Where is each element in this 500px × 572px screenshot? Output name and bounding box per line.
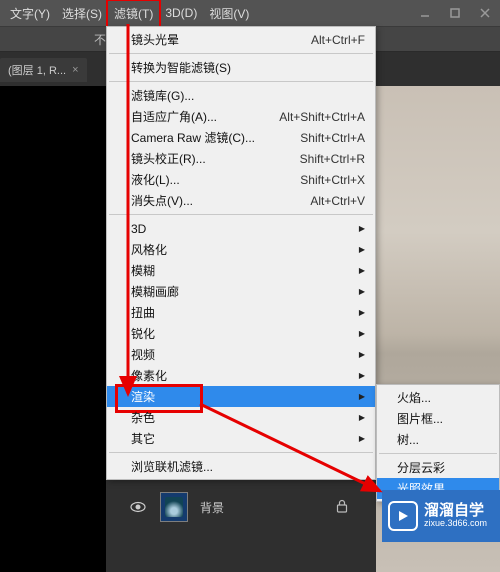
menu-item-label: 消失点(V)... <box>131 192 193 209</box>
menu-item-shortcut: Alt+Ctrl+F <box>311 33 365 47</box>
menubar: 文字(Y) 选择(S) 滤镜(T) 3D(D) 视图(V) <box>0 0 500 26</box>
menu-item-20[interactable]: 杂色 ▶ <box>107 407 375 428</box>
close-button[interactable] <box>470 1 500 25</box>
submenu-arrow-icon: ▶ <box>359 350 365 359</box>
menu-item-label: 3D <box>131 222 146 236</box>
menu-item-label: 滤镜库(G)... <box>131 87 194 104</box>
tab-label: (图层 1, R... <box>8 62 66 78</box>
tab-close-icon[interactable]: × <box>72 64 78 76</box>
options-text: 不 <box>94 31 106 48</box>
watermark-main: 溜溜自学 <box>424 503 487 520</box>
document-tab[interactable]: (图层 1, R... × <box>0 58 87 82</box>
menu-item-6[interactable]: Camera Raw 滤镜(C)... Shift+Ctrl+A <box>107 127 375 148</box>
layer-thumbnail[interactable] <box>160 492 188 522</box>
menu-item-14[interactable]: 模糊画廊 ▶ <box>107 281 375 302</box>
menu-view[interactable]: 视图(V) <box>203 1 255 26</box>
menu-item-label: 视频 <box>131 346 155 363</box>
watermark-sub: zixue.3d66.com <box>424 519 487 529</box>
menu-select[interactable]: 选择(S) <box>56 1 108 26</box>
canvas-left <box>0 86 106 572</box>
menu-item-4[interactable]: 滤镜库(G)... <box>107 85 375 106</box>
menu-item-label: 自适应广角(A)... <box>131 108 217 125</box>
submenu-item-0[interactable]: 火焰... <box>377 387 499 408</box>
menu-separator <box>379 453 497 454</box>
menu-item-label: 浏览联机滤镜... <box>131 458 213 475</box>
menu-item-5[interactable]: 自适应广角(A)... Alt+Shift+Ctrl+A <box>107 106 375 127</box>
menu-separator <box>109 53 373 54</box>
layers-panel-row[interactable]: 背景 <box>130 490 224 524</box>
lock-icon <box>336 499 348 516</box>
menu-item-8[interactable]: 液化(L)... Shift+Ctrl+X <box>107 169 375 190</box>
menu-item-shortcut: Shift+Ctrl+R <box>300 152 365 166</box>
menu-filter[interactable]: 滤镜(T) <box>108 1 159 26</box>
submenu-item-2[interactable]: 树... <box>377 429 499 450</box>
menu-item-label: 渲染 <box>131 388 155 405</box>
menu-item-shortcut: Alt+Shift+Ctrl+A <box>279 110 365 124</box>
menu-item-label: 扭曲 <box>131 304 155 321</box>
menu-item-label: Camera Raw 滤镜(C)... <box>131 129 255 146</box>
submenu-item-4[interactable]: 分层云彩 <box>377 457 499 478</box>
menu-item-21[interactable]: 其它 ▶ <box>107 428 375 449</box>
menu-item-9[interactable]: 消失点(V)... Alt+Ctrl+V <box>107 190 375 211</box>
menu-item-label: 像素化 <box>131 367 167 384</box>
submenu-item-1[interactable]: 图片框... <box>377 408 499 429</box>
submenu-arrow-icon: ▶ <box>359 266 365 275</box>
render-submenu: 火焰...图片框...树...分层云彩光照效果... <box>376 384 500 502</box>
menu-item-11[interactable]: 3D ▶ <box>107 218 375 239</box>
menu-item-12[interactable]: 风格化 ▶ <box>107 239 375 260</box>
submenu-arrow-icon: ▶ <box>359 245 365 254</box>
menu-item-shortcut: Shift+Ctrl+A <box>300 131 365 145</box>
menu-item-18[interactable]: 像素化 ▶ <box>107 365 375 386</box>
submenu-arrow-icon: ▶ <box>359 308 365 317</box>
submenu-arrow-icon: ▶ <box>359 287 365 296</box>
menu-item-label: 镜头校正(R)... <box>131 150 206 167</box>
menu-item-15[interactable]: 扭曲 ▶ <box>107 302 375 323</box>
submenu-arrow-icon: ▶ <box>359 371 365 380</box>
menu-item-label: 杂色 <box>131 409 155 426</box>
watermark-logo-icon <box>388 501 418 531</box>
menu-item-19[interactable]: 渲染 ▶ <box>107 386 375 407</box>
submenu-item-label: 火焰... <box>397 389 431 406</box>
menu-item-shortcut: Shift+Ctrl+X <box>300 173 365 187</box>
submenu-arrow-icon: ▶ <box>359 224 365 233</box>
menu-item-2[interactable]: 转换为智能滤镜(S) <box>107 57 375 78</box>
menu-item-label: 液化(L)... <box>131 171 180 188</box>
menu-item-shortcut: Alt+Ctrl+V <box>310 194 365 208</box>
menu-item-17[interactable]: 视频 ▶ <box>107 344 375 365</box>
menu-item-label: 转换为智能滤镜(S) <box>131 59 231 76</box>
menu-item-label: 锐化 <box>131 325 155 342</box>
menu-item-label: 其它 <box>131 430 155 447</box>
watermark: 溜溜自学 zixue.3d66.com <box>382 490 500 542</box>
submenu-item-label: 图片框... <box>397 410 443 427</box>
submenu-item-label: 树... <box>397 431 419 448</box>
submenu-arrow-icon: ▶ <box>359 434 365 443</box>
menu-item-label: 模糊画廊 <box>131 283 179 300</box>
layer-name: 背景 <box>200 499 224 516</box>
submenu-arrow-icon: ▶ <box>359 329 365 338</box>
submenu-arrow-icon: ▶ <box>359 392 365 401</box>
menu-item-7[interactable]: 镜头校正(R)... Shift+Ctrl+R <box>107 148 375 169</box>
menu-item-16[interactable]: 锐化 ▶ <box>107 323 375 344</box>
menu-item-label: 风格化 <box>131 241 167 258</box>
menu-item-label: 模糊 <box>131 262 155 279</box>
menu-item-13[interactable]: 模糊 ▶ <box>107 260 375 281</box>
menu-text[interactable]: 文字(Y) <box>4 1 56 26</box>
menu-separator <box>109 452 373 453</box>
submenu-item-label: 分层云彩 <box>397 459 445 476</box>
minimize-button[interactable] <box>410 1 440 25</box>
visibility-icon[interactable] <box>130 499 146 515</box>
maximize-button[interactable] <box>440 1 470 25</box>
window-controls <box>410 1 500 25</box>
menu-separator <box>109 214 373 215</box>
filter-dropdown: 镜头光晕 Alt+Ctrl+F 转换为智能滤镜(S) 滤镜库(G)... 自适应广角(A… <box>106 26 376 480</box>
menu-item-0[interactable]: 镜头光晕 Alt+Ctrl+F <box>107 29 375 50</box>
menu-separator <box>109 81 373 82</box>
submenu-arrow-icon: ▶ <box>359 413 365 422</box>
menu-3d[interactable]: 3D(D) <box>159 2 203 24</box>
menu-item-23[interactable]: 浏览联机滤镜... <box>107 456 375 477</box>
menu-item-label: 镜头光晕 <box>131 31 179 48</box>
